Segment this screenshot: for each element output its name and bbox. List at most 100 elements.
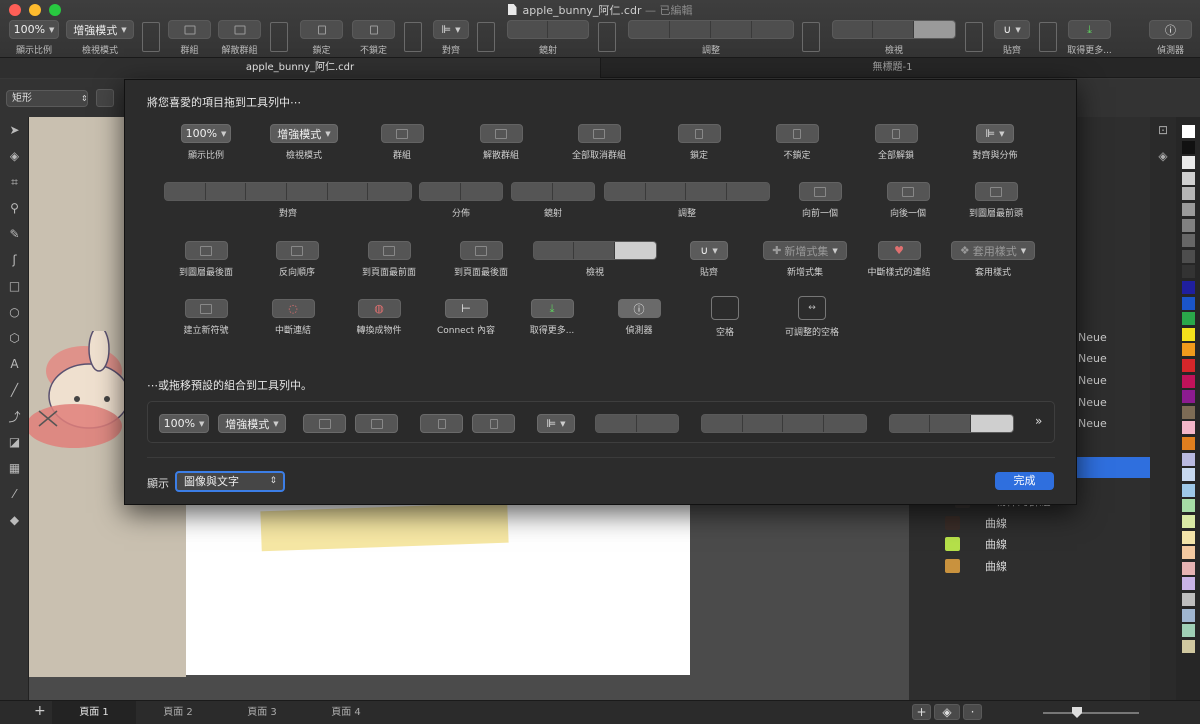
- shape-select[interactable]: 矩形 ⇕: [6, 90, 88, 107]
- color-swatch[interactable]: [1182, 452, 1195, 466]
- snap-button[interactable]: ∪ ▼ 貼齊: [994, 20, 1030, 56]
- color-swatch[interactable]: [1182, 483, 1195, 497]
- reverse-order-item[interactable]: 反向順序: [247, 241, 347, 278]
- transform-panel-icon[interactable]: ⊡: [1150, 117, 1176, 143]
- mirror-buttons[interactable]: 鏡射: [507, 20, 589, 56]
- view-grid-icon[interactable]: [574, 242, 615, 259]
- to-front-icon[interactable]: [605, 183, 646, 200]
- color-swatch[interactable]: [1182, 390, 1195, 404]
- color-swatch[interactable]: [1182, 218, 1195, 232]
- object-row[interactable]: 曲線: [909, 534, 1150, 555]
- thumbnail-size-slider[interactable]: [1043, 712, 1139, 714]
- inspector-button[interactable]: ⓘ 偵測器: [1149, 20, 1192, 56]
- new-style-set-item[interactable]: ✚ 新增式集 ▼ 新增式集: [755, 241, 855, 278]
- align-top-icon[interactable]: [287, 183, 328, 200]
- space-item[interactable]: 空格: [675, 296, 775, 338]
- view-grid-icon[interactable]: [873, 21, 914, 38]
- shadow-tool-icon[interactable]: ◪: [0, 429, 29, 455]
- color-swatch[interactable]: [1182, 577, 1195, 591]
- color-swatch[interactable]: [1182, 639, 1195, 653]
- color-swatch[interactable]: [1182, 296, 1195, 310]
- color-swatch[interactable]: [1182, 125, 1195, 138]
- color-swatch[interactable]: [1182, 187, 1195, 201]
- color-swatch[interactable]: [1182, 359, 1195, 372]
- mirror-horizontal-icon[interactable]: [512, 183, 554, 200]
- connector-tool-icon[interactable]: ⤴: [0, 403, 29, 429]
- ungroup-item[interactable]: 解散群組: [451, 124, 551, 161]
- connect-content-item[interactable]: ⊢ Connect 內容: [416, 299, 516, 336]
- mirror-item[interactable]: 鏡射: [503, 182, 603, 219]
- color-swatch[interactable]: [1182, 468, 1195, 482]
- tab-apple-bunny[interactable]: apple_bunny_阿仁.cdr: [0, 58, 600, 78]
- view-mode-control[interactable]: 增強模式 ▼ 檢視模式: [66, 20, 134, 56]
- distribute-item[interactable]: 分佈: [411, 182, 511, 219]
- color-swatch[interactable]: [1182, 312, 1195, 326]
- forward-one-icon[interactable]: [670, 21, 711, 38]
- line-tool-icon[interactable]: ╱: [0, 377, 29, 403]
- add-page-button[interactable]: +: [34, 703, 46, 719]
- view-item[interactable]: 檢視: [533, 241, 657, 278]
- page-tab[interactable]: 頁面 1: [52, 701, 136, 724]
- align-center-v-icon[interactable]: [327, 183, 369, 200]
- distribute-v-icon[interactable]: [461, 183, 502, 200]
- rectangle-tool-icon[interactable]: □: [0, 273, 29, 299]
- unlock-all-item[interactable]: 全部解鎖: [846, 124, 946, 161]
- group-item[interactable]: 群組: [352, 124, 452, 161]
- lock-item[interactable]: 鎖定: [649, 124, 749, 161]
- group-button[interactable]: 群組: [168, 20, 211, 56]
- color-swatch[interactable]: [1182, 405, 1195, 419]
- shape-option-button[interactable]: [96, 89, 114, 107]
- align-center-h-icon[interactable]: [205, 183, 247, 200]
- default-toolbar-set[interactable]: 100% ▼ 增強模式 ▼ ⊫ ▼ »: [147, 401, 1055, 443]
- transparency-tool-icon[interactable]: ▦: [0, 455, 29, 481]
- view-page-icon[interactable]: [614, 242, 656, 259]
- color-swatch[interactable]: [1182, 624, 1195, 638]
- to-front-icon[interactable]: [629, 21, 670, 38]
- align-distribute-item[interactable]: ⊫ ▼ 對齊與分佈: [945, 124, 1045, 161]
- color-swatch[interactable]: [1182, 530, 1195, 544]
- color-swatch[interactable]: [1182, 156, 1195, 170]
- color-swatch[interactable]: [1182, 281, 1195, 294]
- eyedropper-tool-icon[interactable]: ⁄: [0, 481, 29, 507]
- to-front-layer-item[interactable]: 到圖層最前頭: [946, 182, 1046, 219]
- color-swatch[interactable]: [1182, 140, 1195, 154]
- zoom-control[interactable]: 100% ▼ 顯示比例: [9, 20, 59, 56]
- arrange-buttons[interactable]: 調整: [628, 20, 794, 56]
- color-swatch[interactable]: [1182, 561, 1195, 575]
- to-back-icon[interactable]: [726, 183, 769, 200]
- tab-untitled[interactable]: 無標題-1: [600, 58, 1184, 78]
- page-tab[interactable]: 頁面 3: [220, 701, 304, 724]
- ellipse-tool-icon[interactable]: ○: [0, 299, 29, 325]
- align-button[interactable]: ⊫ ▼ 對齊: [433, 20, 469, 56]
- color-swatch[interactable]: [1182, 515, 1195, 528]
- arrange-item[interactable]: 調整: [604, 182, 770, 219]
- ungroup-all-item[interactable]: 全部取消群組: [549, 124, 649, 161]
- view-frame-icon[interactable]: [833, 21, 874, 38]
- align-item[interactable]: 對齊: [164, 182, 412, 219]
- add-layer-icon[interactable]: +: [912, 704, 931, 720]
- color-swatch[interactable]: [1182, 437, 1195, 450]
- zoom-tool-icon[interactable]: ⚲: [0, 195, 29, 221]
- get-more-item[interactable]: ⤓ 取得更多...: [502, 299, 602, 336]
- page-tab[interactable]: 頁面 4: [304, 701, 388, 724]
- color-swatch[interactable]: [1182, 171, 1195, 185]
- back-one-icon[interactable]: [686, 183, 727, 200]
- color-swatch[interactable]: [1182, 265, 1195, 279]
- layers-icon[interactable]: ◈: [934, 704, 960, 720]
- break-style-link-item[interactable]: ♥ 中斷樣式的連結: [849, 241, 949, 278]
- object-row[interactable]: 曲線: [909, 513, 1150, 534]
- unlock-item[interactable]: 不鎖定: [747, 124, 847, 161]
- zoom-item[interactable]: 100% ▼ 顯示比例: [156, 124, 256, 161]
- get-more-button[interactable]: ⤓ 取得更多...: [1067, 20, 1112, 56]
- inspector-item[interactable]: ⓘ 偵測器: [589, 299, 689, 336]
- color-swatch[interactable]: [1182, 203, 1195, 216]
- text-tool-icon[interactable]: A: [0, 351, 29, 377]
- forward-one-icon[interactable]: [645, 183, 687, 200]
- apply-style-item[interactable]: ❖ 套用樣式 ▼ 套用樣式: [943, 241, 1043, 278]
- color-swatch[interactable]: [1182, 327, 1195, 341]
- color-swatch[interactable]: [1182, 499, 1195, 513]
- to-page-back-item[interactable]: 到頁面最後面: [431, 241, 531, 278]
- lock-button[interactable]: 鎖定: [300, 20, 343, 56]
- polygon-tool-icon[interactable]: ⬡: [0, 325, 29, 351]
- slider-knob[interactable]: [1072, 707, 1082, 718]
